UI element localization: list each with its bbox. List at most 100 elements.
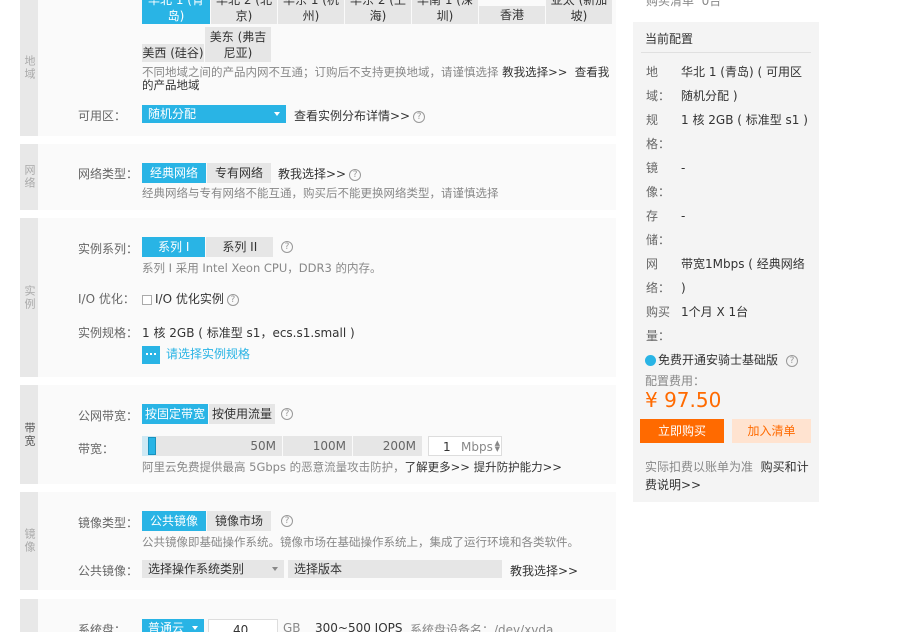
series-hint: 系列 I 采用 Intel Xeon CPU，DDR3 的内存。: [142, 261, 382, 275]
spec-label: 实例规格：: [78, 326, 139, 340]
bw-slider-handle[interactable]: [148, 437, 156, 455]
help-icon[interactable]: ?: [281, 241, 293, 253]
security-option[interactable]: 免费开通安骑士基础版?: [645, 351, 799, 368]
cart-summary: 购买清单 0台: [646, 0, 722, 8]
kv-qty-value: 1个月 X 1台: [681, 305, 749, 319]
billing-note: 实际扣费以账单为准 购买和计费说明>>: [645, 460, 809, 492]
price-value: ¥ 97.50: [645, 388, 722, 412]
region-hangzhou[interactable]: 华东 1 (杭州): [278, 0, 344, 24]
image-section: 镜像 镜像类型： 公共镜像 镜像市场 ? 公共镜像即基础操作系统。镜像市场在基础…: [20, 492, 616, 590]
spec-list-icon: [142, 345, 160, 364]
zone-select[interactable]: 随机分配: [142, 105, 286, 123]
kv-image-value: -: [681, 161, 686, 175]
disk-device: 系统盘设备名：/dev/xvda: [410, 623, 554, 632]
network-help[interactable]: 教我选择>>?: [278, 165, 362, 182]
help-icon[interactable]: ?: [281, 408, 293, 420]
network-classic-option[interactable]: 经典网络: [142, 163, 208, 183]
bw-type-group: 按固定带宽 按使用流量: [142, 404, 277, 424]
disk-section: 系统盘： 普通云 40 GB 300~500 IOPS 系统盘设备名：/dev/…: [20, 599, 616, 632]
series-1-option[interactable]: 系列 I: [142, 237, 207, 257]
help-icon[interactable]: ?: [349, 168, 362, 181]
help-icon[interactable]: ?: [413, 110, 426, 123]
help-icon[interactable]: ?: [786, 354, 799, 367]
region-virginia[interactable]: 美东 (弗吉尼亚): [205, 27, 271, 62]
network-section: 网络 网络类型： 经典网络 专有网络 教我选择>>? 经典网络与专有网络不能互通…: [20, 144, 616, 210]
kv-network-key: 网络：: [646, 257, 671, 295]
slider-mark-100: 100M: [283, 436, 353, 456]
fee-label: 配置费用：: [645, 374, 706, 388]
disk-label: 系统盘：: [78, 623, 127, 632]
os-select[interactable]: 选择操作系统类别: [142, 560, 284, 578]
kv-network-value: 带宽1Mbps ( 经典网络 ): [681, 257, 805, 295]
io-option[interactable]: I/O 优化实例?: [142, 290, 239, 307]
region-shenzhen[interactable]: 华南 1 (深圳): [412, 0, 478, 24]
config-panel: 当前配置 地域： 华北 1 (青岛) ( 可用区随机分配 ) 规格： 1 核 2…: [633, 22, 819, 502]
add-to-cart-button[interactable]: 加入清单: [732, 419, 811, 443]
region-singapore[interactable]: 亚太 (新加坡): [546, 0, 612, 24]
chevron-down-icon: [272, 567, 278, 571]
my-region-link[interactable]: 查看我: [575, 65, 610, 79]
region-qingdao[interactable]: 华北 1 (青岛): [142, 0, 210, 24]
io-checkbox[interactable]: [142, 294, 152, 305]
bw-hint: 阿里云免费提供最高 5Gbps 的恶意流量攻击防护，了解更多>> 提升防护能力>…: [142, 460, 562, 474]
bandwidth-body: 公网带宽： 按固定带宽 按使用流量 ? 带宽： 50M 100M 200M 1 …: [38, 385, 616, 484]
image-type-label: 镜像类型：: [78, 516, 139, 530]
kv-storage-value: -: [681, 209, 686, 223]
series-label: 实例系列：: [78, 242, 139, 256]
region-tab: 地域: [20, 0, 38, 136]
image-tab: 镜像: [20, 492, 38, 590]
kv-spec-value: 1 核 2GB ( 标准型 s1 ): [681, 113, 808, 127]
public-image-label: 公共镜像：: [78, 564, 139, 578]
region-beijing[interactable]: 华北 2 (北京): [211, 0, 277, 24]
instance-tab: 实例: [20, 218, 38, 377]
buy-now-button[interactable]: 立即购买: [640, 419, 724, 443]
instance-section: 实例 实例系列： 系列 I 系列 II ? 系列 I 采用 Intel Xeon…: [20, 218, 616, 377]
help-icon[interactable]: ?: [226, 293, 239, 306]
zone-label: 可用区：: [78, 109, 127, 123]
learn-more-link[interactable]: 了解更多>>: [405, 460, 470, 474]
kv-spec-key: 规格：: [646, 113, 671, 151]
slider-mark-50: 50M: [142, 436, 283, 456]
region-hongkong[interactable]: 香港: [479, 6, 545, 24]
spec-value: 1 核 2GB ( 标准型 s1，ecs.s1.small ): [142, 326, 355, 340]
bw-slider[interactable]: 50M 100M 200M: [142, 436, 422, 456]
kv-image-key: 镜像：: [646, 161, 671, 199]
bw-fixed-option[interactable]: 按固定带宽: [142, 404, 210, 424]
network-type-label: 网络类型：: [78, 167, 139, 181]
chevron-down-icon: [192, 626, 198, 630]
bandwidth-section: 带宽 公网带宽： 按固定带宽 按使用流量 ? 带宽： 50M 100M 200M…: [20, 385, 616, 484]
disk-type-select[interactable]: 普通云: [142, 619, 204, 632]
protection-link[interactable]: 提升防护能力>>: [474, 460, 562, 474]
image-market-option[interactable]: 镜像市场: [207, 511, 273, 531]
kv-qty-key: 购买量：: [646, 305, 671, 343]
zone-link[interactable]: 查看实例分布详情>>?: [294, 107, 426, 124]
bw-traffic-option[interactable]: 按使用流量: [209, 404, 277, 424]
region-hint: 不同地域之间的产品内网不互通；订购后不支持更换地域，请谨慎选择 教我选择>> 查…: [142, 65, 610, 92]
kv-storage-key: 存储：: [646, 209, 671, 247]
region-body: 华北 1 (青岛) 华北 2 (北京) 华东 1 (杭州) 华东 2 (上海) …: [38, 0, 616, 136]
region-guigu[interactable]: 美西 (硅谷): [142, 44, 204, 62]
instance-body: 实例系列： 系列 I 系列 II ? 系列 I 采用 Intel Xeon CP…: [38, 218, 616, 377]
image-body: 镜像类型： 公共镜像 镜像市场 ? 公共镜像即基础操作系统。镜像市场在基础操作系…: [38, 492, 616, 590]
network-tab: 网络: [20, 144, 38, 210]
network-body: 网络类型： 经典网络 专有网络 教我选择>>? 经典网络与专有网络不能互通，购买…: [38, 144, 616, 210]
disk-iops: 300~500 IOPS: [315, 621, 403, 632]
image-hint: 公共镜像即基础操作系统。镜像市场在基础操作系统上，集成了运行环境和各类软件。: [142, 535, 579, 549]
region-help-link[interactable]: 教我选择>>: [502, 65, 567, 79]
spec-select-link[interactable]: 请选择实例规格: [142, 345, 250, 364]
disk-size-input[interactable]: 40: [208, 619, 278, 632]
version-select[interactable]: 选择版本: [288, 560, 502, 578]
kv-region-value: 华北 1 (青岛) ( 可用区随机分配 ): [681, 65, 802, 103]
disk-unit: GB: [283, 621, 301, 632]
network-vpc-option[interactable]: 专有网络: [207, 163, 273, 183]
region-shanghai[interactable]: 华东 2 (上海): [345, 0, 411, 24]
slider-mark-200: 200M: [382, 439, 416, 453]
network-hint: 经典网络与专有网络不能互通，购买后不能更换网络类型，请谨慎选择: [142, 186, 499, 200]
help-icon[interactable]: ?: [281, 515, 293, 527]
image-help-link[interactable]: 教我选择>>: [510, 562, 578, 579]
bw-input[interactable]: 1 Mbps ▲ ▼: [428, 436, 502, 456]
stepper-icon[interactable]: ▲ ▼: [495, 440, 500, 453]
bw-label: 带宽：: [78, 442, 115, 456]
image-public-option[interactable]: 公共镜像: [142, 511, 208, 531]
series-2-option[interactable]: 系列 II: [206, 237, 275, 257]
